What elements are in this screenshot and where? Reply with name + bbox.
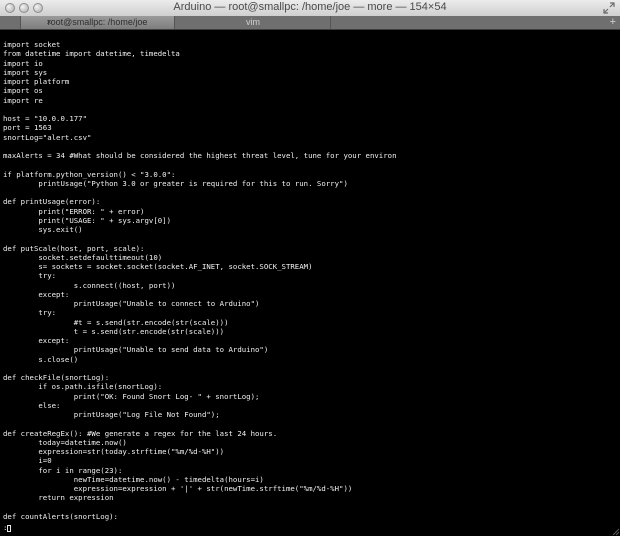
tab-root-shell[interactable]: × root@smallpc: /home/joe [20, 16, 175, 29]
tab-close-icon[interactable]: × [45, 18, 53, 27]
window-title: Arduino — root@smallpc: /home/joe — more… [173, 1, 447, 13]
terminal-line: printUsage("Python 3.0 or greater is req… [3, 178, 348, 188]
tab-label: root@smallpc: /home/joe [47, 17, 148, 27]
terminal-line: import re [3, 95, 43, 105]
terminal-line: snortLog="alert.csv" [3, 132, 92, 142]
tab-vim[interactable]: vim [176, 16, 331, 29]
terminal-line: return expression [3, 493, 114, 503]
terminal-line: maxAlerts = 34 #What should be considere… [3, 151, 397, 160]
terminal-window: Arduino — root@smallpc: /home/joe — more… [0, 0, 620, 536]
terminal-line: sys.exit() [3, 225, 83, 234]
resize-grip-icon[interactable] [611, 527, 620, 536]
terminal-output[interactable]: import socket from datetime import dateti… [0, 30, 620, 536]
tab-label: vim [246, 17, 260, 27]
new-tab-button[interactable]: + [610, 16, 616, 29]
more-prompt-line: : [3, 523, 12, 533]
tab-bar: × root@smallpc: /home/joe vim + [0, 16, 620, 30]
title-bar[interactable]: Arduino — root@smallpc: /home/joe — more… [0, 0, 620, 17]
terminal-line: def countAlerts(snortLog): [3, 511, 118, 521]
terminal-line: s.close() [3, 354, 79, 364]
text-cursor [7, 524, 12, 532]
terminal-line: printUsage("Log File Not Found"); [3, 410, 220, 419]
fullscreen-icon[interactable] [603, 2, 615, 14]
